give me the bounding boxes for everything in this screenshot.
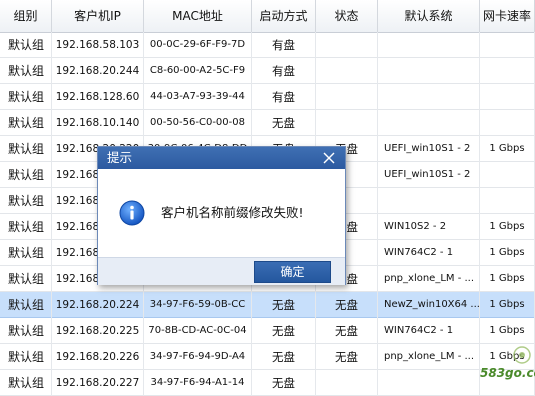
cell-status — [316, 110, 378, 136]
cell-boot: 无盘 — [252, 344, 316, 370]
column-header-status[interactable]: 状态 — [316, 0, 378, 32]
table-row[interactable]: 默认组 192.168.20.227 34-97-F6-94-A1-14 无盘 — [0, 370, 535, 396]
cell-mac: 44-03-A7-93-39-44 — [144, 84, 252, 110]
cell-mac: 34-97-F6-94-A1-14 — [144, 370, 252, 396]
cell-status — [316, 32, 378, 58]
cell-mac: 00-0C-29-6F-F9-7D — [144, 32, 252, 58]
cell-boot: 无盘 — [252, 318, 316, 344]
message-dialog: 提示 客户机名称前缀修改失败! 确定 — [97, 146, 346, 285]
table-row[interactable]: 默认组 192.168.128.60 44-03-A7-93-39-44 有盘 — [0, 84, 535, 110]
cell-boot: 无盘 — [252, 370, 316, 396]
cell-speed: 1 Gbps — [480, 136, 535, 162]
cell-speed: 1 Gbps — [480, 318, 535, 344]
cell-os: pnp_xlone_LM - ... — [378, 344, 480, 370]
table-row[interactable]: 默认组 192.168.10.140 00-50-56-C0-00-08 无盘 — [0, 110, 535, 136]
cell-group: 默认组 — [0, 266, 52, 292]
column-header-group[interactable]: 组别 — [0, 0, 52, 32]
cell-os — [378, 84, 480, 110]
cell-os: UEFI_win10S1 - 2 — [378, 162, 480, 188]
watermark-logo: 583go.com — [468, 344, 535, 384]
cell-os — [378, 32, 480, 58]
table-row[interactable]: 默认组 192.168.20.244 C8-60-00-A2-5C-F9 有盘 — [0, 58, 535, 84]
cell-os — [378, 110, 480, 136]
cell-os — [378, 188, 480, 214]
column-header-ip[interactable]: 客户机IP — [52, 0, 144, 32]
cell-speed: 1 Gbps — [480, 266, 535, 292]
table-row[interactable]: 默认组 192.168.58.103 00-0C-29-6F-F9-7D 有盘 — [0, 32, 535, 58]
column-header-boot[interactable]: 启动方式 — [252, 0, 316, 32]
cell-boot: 有盘 — [252, 58, 316, 84]
cell-ip: 192.168.20.227 — [52, 370, 144, 396]
cell-boot: 无盘 — [252, 292, 316, 318]
table-row[interactable]: 默认组 192.168.20.224 34-97-F6-59-0B-CC 无盘 无盘 Ne… — [0, 292, 535, 318]
cell-speed — [480, 84, 535, 110]
table-row[interactable]: 默认组 192.168.20.226 34-97-F6-94-9D-A4 无盘 无盘 pn… — [0, 344, 535, 370]
cell-os: pnp_xlone_LM - ... — [378, 266, 480, 292]
cell-speed — [480, 32, 535, 58]
table-row[interactable]: 默认组 192.168.20.225 70-8B-CD-AC-0C-04 无盘 无盘 WI… — [0, 318, 535, 344]
info-icon — [119, 200, 145, 226]
ok-button[interactable]: 确定 — [254, 261, 331, 283]
cell-group: 默认组 — [0, 162, 52, 188]
close-icon[interactable] — [321, 150, 337, 166]
dialog-title: 提示 — [107, 150, 133, 165]
cell-speed: 1 Gbps — [480, 240, 535, 266]
dialog-body: 客户机名称前缀修改失败! — [98, 169, 345, 257]
cell-status: 无盘 — [316, 318, 378, 344]
cell-boot: 有盘 — [252, 84, 316, 110]
cell-os — [378, 58, 480, 84]
cell-speed — [480, 188, 535, 214]
cell-ip: 192.168.10.140 — [52, 110, 144, 136]
cell-speed — [480, 162, 535, 188]
cell-os: WIN764C2 - 1 — [378, 240, 480, 266]
watermark-text: 583go.com — [480, 366, 535, 380]
cell-ip: 192.168.20.244 — [52, 58, 144, 84]
cell-boot: 无盘 — [252, 110, 316, 136]
cell-group: 默认组 — [0, 84, 52, 110]
cell-os — [378, 370, 480, 396]
table-header: 组别 客户机IP MAC地址 启动方式 状态 默认系统 网卡速率 — [0, 0, 535, 33]
cell-group: 默认组 — [0, 58, 52, 84]
cell-ip: 192.168.128.60 — [52, 84, 144, 110]
cell-mac: 70-8B-CD-AC-0C-04 — [144, 318, 252, 344]
cell-speed — [480, 110, 535, 136]
column-header-speed[interactable]: 网卡速率 — [480, 0, 535, 32]
cell-group: 默认组 — [0, 240, 52, 266]
column-header-os[interactable]: 默认系统 — [378, 0, 480, 32]
cell-status — [316, 84, 378, 110]
cell-ip: 192.168.20.226 — [52, 344, 144, 370]
cell-speed: 1 Gbps — [480, 292, 535, 318]
dialog-message: 客户机名称前缀修改失败! — [161, 205, 304, 220]
cell-mac: C8-60-00-A2-5C-F9 — [144, 58, 252, 84]
cell-group: 默认组 — [0, 370, 52, 396]
cell-ip: 192.168.20.225 — [52, 318, 144, 344]
dialog-footer: 确定 — [98, 257, 345, 285]
cell-mac: 34-97-F6-59-0B-CC — [144, 292, 252, 318]
cell-group: 默认组 — [0, 214, 52, 240]
cell-mac: 34-97-F6-94-9D-A4 — [144, 344, 252, 370]
cell-group: 默认组 — [0, 110, 52, 136]
dialog-title-bar: 提示 — [98, 147, 345, 169]
cell-os: WIN764C2 - 1 — [378, 318, 480, 344]
cell-speed: 1 Gbps — [480, 214, 535, 240]
cell-group: 默认组 — [0, 136, 52, 162]
cell-group: 默认组 — [0, 292, 52, 318]
cell-os: NewZ_win10X64 ... — [378, 292, 480, 318]
cell-status — [316, 370, 378, 396]
cell-group: 默认组 — [0, 344, 52, 370]
cell-ip: 192.168.20.224 — [52, 292, 144, 318]
cell-status — [316, 58, 378, 84]
cell-status: 无盘 — [316, 292, 378, 318]
cell-speed — [480, 58, 535, 84]
cell-boot: 有盘 — [252, 32, 316, 58]
cell-ip: 192.168.58.103 — [52, 32, 144, 58]
column-header-mac[interactable]: MAC地址 — [144, 0, 252, 32]
cell-os: WIN10S2 - 2 — [378, 214, 480, 240]
cell-status: 无盘 — [316, 344, 378, 370]
cell-group: 默认组 — [0, 32, 52, 58]
cell-group: 默认组 — [0, 188, 52, 214]
cell-os: UEFI_win10S1 - 2 — [378, 136, 480, 162]
cell-mac: 00-50-56-C0-00-08 — [144, 110, 252, 136]
cell-group: 默认组 — [0, 318, 52, 344]
